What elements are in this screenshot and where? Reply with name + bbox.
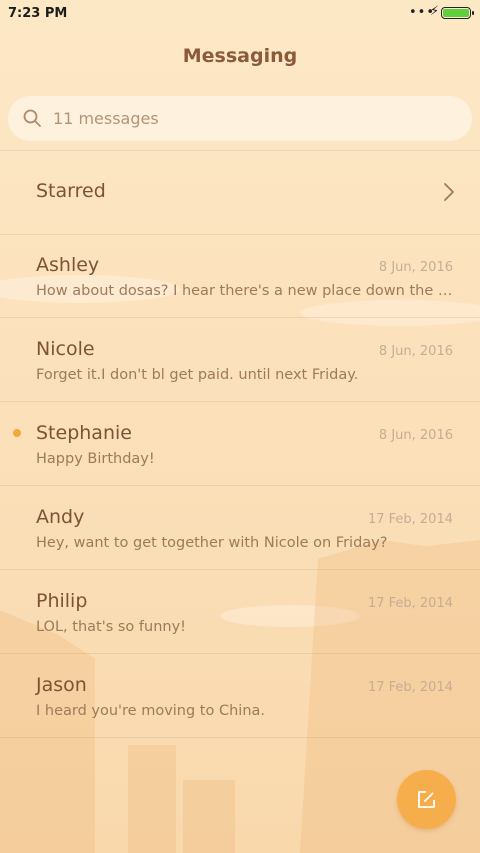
charging-icon: ⚡ xyxy=(430,4,440,19)
status-time: 7:23 PM xyxy=(8,6,68,21)
message-date: 17 Feb, 2014 xyxy=(367,512,453,527)
message-date: 8 Jun, 2016 xyxy=(378,260,453,275)
background-building xyxy=(128,745,176,853)
starred-item[interactable]: Starred xyxy=(0,150,480,234)
contact-name: Ashley xyxy=(36,254,100,276)
conversation-row-ashley[interactable]: Ashley 8 Jun, 2016 How about dosas? I he… xyxy=(0,234,480,318)
contact-name: Philip xyxy=(36,590,88,612)
compose-icon xyxy=(418,791,435,808)
message-preview: Happy Birthday! xyxy=(36,451,155,467)
conversation-row-andy[interactable]: Andy 17 Feb, 2014 Hey, want to get toget… xyxy=(0,486,480,570)
message-date: 8 Jun, 2016 xyxy=(378,344,453,359)
message-preview: Forget it.I don't bl get paid. until nex… xyxy=(36,367,359,383)
chevron-right-icon xyxy=(444,183,454,201)
background-building xyxy=(183,780,235,853)
search-input[interactable]: 11 messages xyxy=(53,109,159,128)
contact-name: Andy xyxy=(36,506,85,528)
contact-name: Nicole xyxy=(36,338,95,360)
message-date: 17 Feb, 2014 xyxy=(367,680,453,695)
conversation-row-nicole[interactable]: Nicole 8 Jun, 2016 Forget it.I don't bl … xyxy=(0,318,480,402)
search-bar[interactable]: 11 messages xyxy=(8,96,472,141)
conversation-list: Ashley 8 Jun, 2016 How about dosas? I he… xyxy=(0,234,480,738)
search-icon xyxy=(23,109,41,127)
conversation-row-stephanie[interactable]: Stephanie 8 Jun, 2016 Happy Birthday! xyxy=(0,402,480,486)
message-date: 17 Feb, 2014 xyxy=(367,596,453,611)
message-preview: I heard you're moving to China. xyxy=(36,703,266,719)
unread-indicator-icon xyxy=(13,429,21,437)
message-date: 8 Jun, 2016 xyxy=(378,428,453,443)
contact-name: Jason xyxy=(36,674,87,696)
message-preview: How about dosas? I hear there's a new pl… xyxy=(36,283,454,299)
battery-icon xyxy=(441,7,474,19)
starred-label: Starred xyxy=(36,180,106,202)
status-bar: 7:23 PM ••• ⚡ xyxy=(0,0,480,28)
page-title: Messaging xyxy=(182,45,298,67)
conversation-row-jason[interactable]: Jason 17 Feb, 2014 I heard you're moving… xyxy=(0,654,480,738)
contact-name: Stephanie xyxy=(36,422,132,444)
message-preview: Hey, want to get together with Nicole on… xyxy=(36,535,388,551)
message-preview: LOL, that's so funny! xyxy=(36,619,186,635)
conversation-row-philip[interactable]: Philip 17 Feb, 2014 LOL, that's so funny… xyxy=(0,570,480,654)
compose-button[interactable] xyxy=(397,770,456,829)
